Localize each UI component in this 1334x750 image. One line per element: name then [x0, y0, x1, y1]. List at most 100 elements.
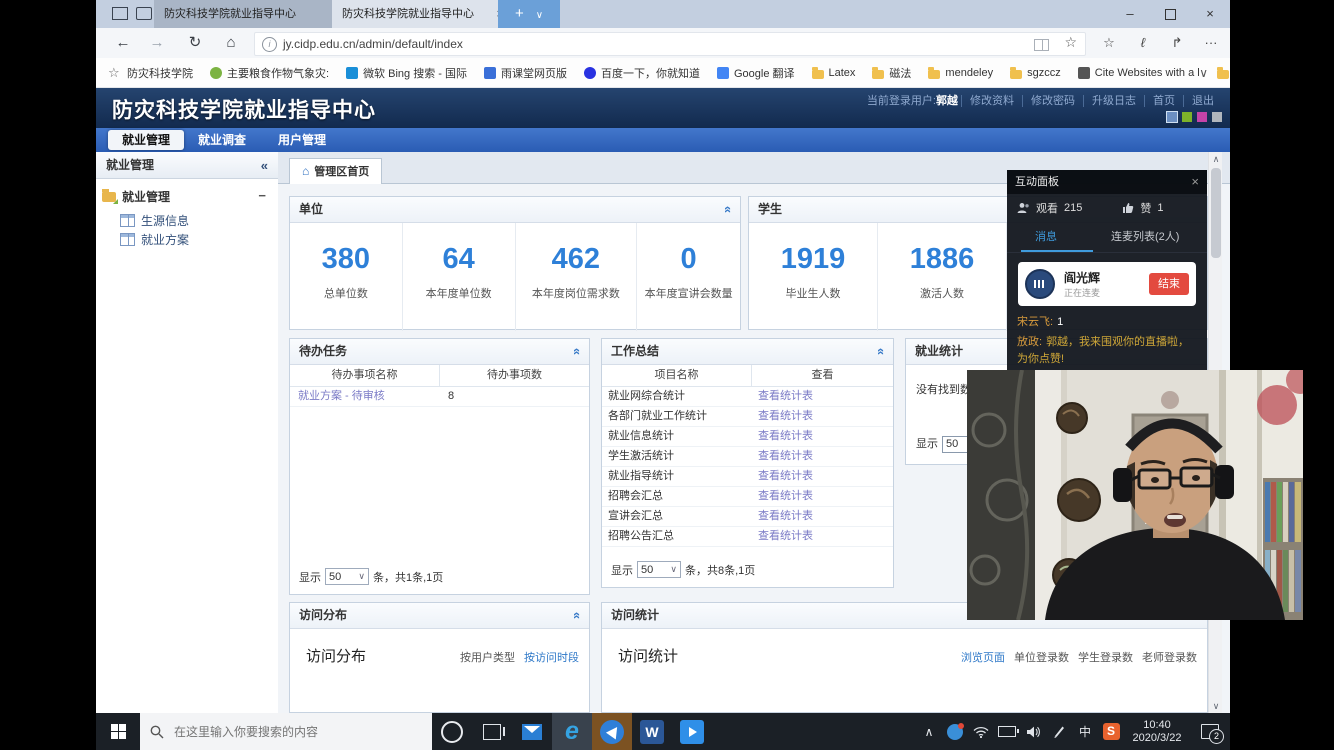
view-stats-link[interactable]: 查看统计表 — [752, 427, 813, 446]
bookmark[interactable]: Cite Websites with a l — [1078, 67, 1200, 79]
cortana-button[interactable] — [432, 713, 472, 750]
like-icon[interactable] — [1122, 202, 1134, 214]
tab-employment-survey[interactable]: 就业调查 — [184, 130, 260, 150]
sidebar-item-student-source[interactable]: 生源信息 — [120, 212, 189, 229]
page-size-select[interactable]: 50∨ — [637, 561, 681, 578]
close-icon[interactable]: × — [1191, 170, 1199, 194]
view-stats-link[interactable]: 查看统计表 — [752, 527, 813, 546]
tray-expand-icon[interactable]: ∧ — [916, 713, 942, 750]
bookmark-folder[interactable]: mendeley — [928, 67, 993, 79]
view-stats-link[interactable]: 查看统计表 — [752, 407, 813, 426]
forward-icon[interactable]: → — [144, 32, 170, 54]
theme-gray-swatch[interactable] — [1212, 112, 1222, 122]
tab-employment-management[interactable]: 就业管理 — [108, 130, 184, 150]
theme-blue-swatch[interactable] — [1167, 112, 1177, 122]
browser-tab-inactive[interactable]: 防灾科技学院就业指导中心 — [154, 0, 346, 28]
task-view-button[interactable] — [472, 713, 512, 750]
home-icon[interactable]: ⌂ — [218, 32, 244, 54]
home-link[interactable]: 首页 — [1144, 95, 1183, 107]
sidebar-collapse-icon[interactable]: « — [261, 152, 268, 179]
battery-icon[interactable] — [994, 713, 1020, 750]
share-icon[interactable]: ↱ — [1162, 31, 1192, 55]
collapse-icon[interactable]: « — [716, 206, 741, 213]
todo-plan-review-link[interactable]: 就业方案 - 待审核 — [290, 387, 440, 406]
view-stats-link[interactable]: 查看统计表 — [752, 507, 813, 526]
more-menu-icon[interactable]: ··· — [1196, 31, 1226, 55]
site-info-icon[interactable]: i — [262, 37, 277, 52]
end-mic-button[interactable]: 结束 — [1149, 273, 1189, 295]
window-close-button[interactable]: × — [1190, 0, 1230, 28]
notification-center-button[interactable]: 2 — [1190, 713, 1230, 750]
edge-app-icon[interactable]: e — [552, 713, 592, 750]
pen-icon[interactable] — [1046, 713, 1072, 750]
tab-messages[interactable]: 消息 — [1035, 228, 1057, 244]
search-input[interactable] — [172, 724, 416, 740]
filter-teacher-logins[interactable]: 老师登录数 — [1142, 649, 1197, 665]
collapse-icon[interactable]: « — [565, 348, 590, 355]
bookmark[interactable]: 雨课堂网页版 — [484, 65, 567, 81]
filter-unit-logins[interactable]: 单位登录数 — [1014, 649, 1069, 665]
scroll-up-icon[interactable]: ∧ — [1209, 152, 1223, 166]
view-stats-link[interactable]: 查看统计表 — [752, 487, 813, 506]
view-stats-link[interactable]: 查看统计表 — [752, 447, 813, 466]
presenter-app-icon[interactable] — [592, 713, 632, 750]
collapse-icon[interactable]: « — [565, 612, 590, 619]
change-password-link[interactable]: 修改密码 — [1022, 95, 1083, 107]
reading-view-icon[interactable] — [1034, 39, 1049, 51]
sogou-icon[interactable]: S — [1098, 713, 1124, 750]
scrollbar-thumb[interactable] — [1211, 168, 1221, 258]
tab-admin-home[interactable]: ⌂管理区首页 — [289, 158, 382, 185]
ime-indicator[interactable]: 中 — [1072, 713, 1098, 750]
tree-collapse-icon[interactable]: − — [258, 188, 266, 203]
view-stats-link[interactable]: 查看统计表 — [752, 387, 813, 406]
logout-link[interactable]: 退出 — [1183, 95, 1222, 107]
collapse-icon[interactable]: « — [869, 348, 894, 355]
scroll-down-icon[interactable]: ∨ — [1209, 699, 1223, 713]
filter-by-time-period[interactable]: 按访问时段 — [524, 649, 579, 665]
theme-green-swatch[interactable] — [1182, 112, 1192, 122]
taskbar-clock[interactable]: 10:40 2020/3/22 — [1124, 719, 1190, 745]
favorites-hub-icon[interactable]: ☆ — [1094, 31, 1124, 55]
annotate-pen-icon[interactable]: ℓ — [1128, 31, 1158, 55]
back-icon[interactable]: ← — [110, 32, 136, 54]
add-favorite-icon[interactable]: ☆ — [1064, 34, 1077, 51]
set-tabs-aside-icon[interactable] — [112, 7, 128, 20]
browser-tab-active[interactable]: 防灾科技学院就业指导中心 × — [332, 0, 510, 28]
tree-root-employment[interactable]: 就业管理 — [102, 188, 170, 205]
filter-page-views[interactable]: 浏览页面 — [961, 649, 1005, 665]
taskbar-search[interactable] — [140, 713, 432, 750]
start-button[interactable] — [96, 713, 140, 750]
tab-mic-list[interactable]: 连麦列表(2人) — [1111, 228, 1179, 244]
refresh-icon[interactable]: ↻ — [182, 32, 208, 54]
word-app-icon[interactable]: W — [632, 713, 672, 750]
theme-magenta-swatch[interactable] — [1197, 112, 1207, 122]
tab-preview-icon[interactable] — [136, 7, 152, 20]
tray-app-icon[interactable] — [942, 713, 968, 750]
edit-profile-link[interactable]: 修改资料 — [961, 95, 1022, 107]
bookmark[interactable]: Google 翻译 — [717, 65, 795, 81]
volume-icon[interactable] — [1020, 713, 1046, 750]
bookmark-folder[interactable]: radar — [1217, 67, 1230, 79]
bookmark-folder[interactable]: Latex — [812, 67, 856, 79]
video-app-icon[interactable] — [672, 713, 712, 750]
mail-app-icon[interactable] — [512, 713, 552, 750]
bookmark[interactable]: 百度一下，你就知道 — [584, 65, 700, 81]
tab-user-management[interactable]: 用户管理 — [264, 130, 340, 150]
sidebar-item-employment-plan[interactable]: 就业方案 — [120, 231, 189, 248]
filter-student-logins[interactable]: 学生登录数 — [1078, 649, 1133, 665]
bookmark-folder[interactable]: sgzccz — [1010, 67, 1061, 79]
bookmarks-overflow-icon[interactable]: ∨ — [1199, 66, 1208, 80]
view-stats-link[interactable]: 查看统计表 — [752, 467, 813, 486]
window-minimize-button[interactable]: – — [1110, 0, 1150, 28]
bookmark[interactable]: 主要粮食作物气象灾: — [210, 65, 329, 81]
bookmark-folder[interactable]: 磁法 — [872, 65, 911, 81]
wifi-icon[interactable] — [968, 713, 994, 750]
bookmark[interactable]: ☆防灾科技学院 — [108, 65, 193, 81]
filter-by-user-type[interactable]: 按用户类型 — [460, 649, 515, 665]
url-field[interactable]: i jy.cidp.edu.cn/admin/default/index ☆ — [254, 32, 1086, 56]
new-tab-button[interactable]: +∨ — [498, 0, 560, 28]
window-restore-button[interactable] — [1150, 0, 1190, 28]
upgrade-log-link[interactable]: 升级日志 — [1083, 95, 1144, 107]
page-size-select[interactable]: 50∨ — [325, 568, 369, 585]
bookmark[interactable]: 微软 Bing 搜索 - 国际 — [346, 65, 467, 81]
